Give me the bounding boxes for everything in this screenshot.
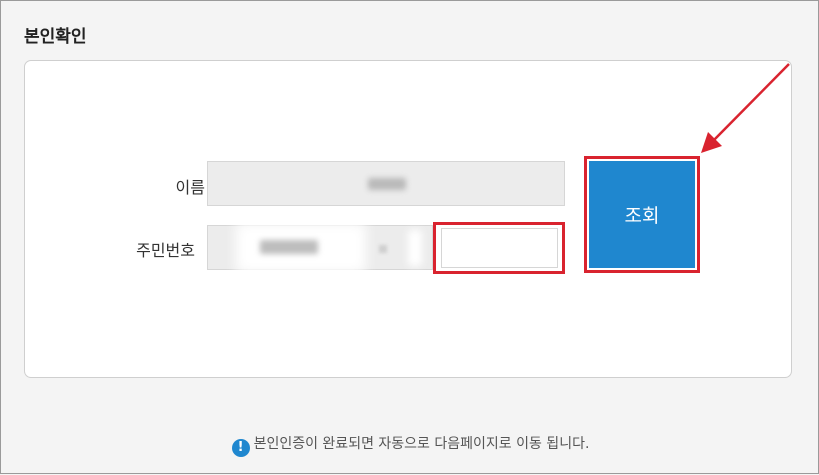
masked-rrn-front-value: [260, 240, 318, 254]
info-icon: !: [231, 439, 250, 457]
masked-glow-end: [408, 230, 422, 266]
name-label: 이름: [175, 178, 205, 197]
rrn-back-highlight: [433, 222, 565, 274]
rrn-label: 주민번호: [136, 241, 195, 260]
search-button[interactable]: 조회: [589, 161, 695, 268]
rrn-front-field: [207, 223, 433, 273]
masked-name-value: [368, 178, 406, 190]
verification-card: 이름 주민번호 조회: [24, 60, 792, 378]
notice: ! 본인인증이 완료되면 자동으로 다음페이지로 이동 됩니다.: [1, 433, 819, 457]
search-button-highlight: 조회: [584, 156, 700, 273]
name-field: [207, 161, 565, 206]
rrn-separator: [379, 245, 387, 253]
section-title: 본인확인: [24, 27, 87, 47]
rrn-back-input[interactable]: [441, 228, 558, 268]
notice-text: 본인인증이 완료되면 자동으로 다음페이지로 이동 됩니다.: [253, 436, 590, 452]
